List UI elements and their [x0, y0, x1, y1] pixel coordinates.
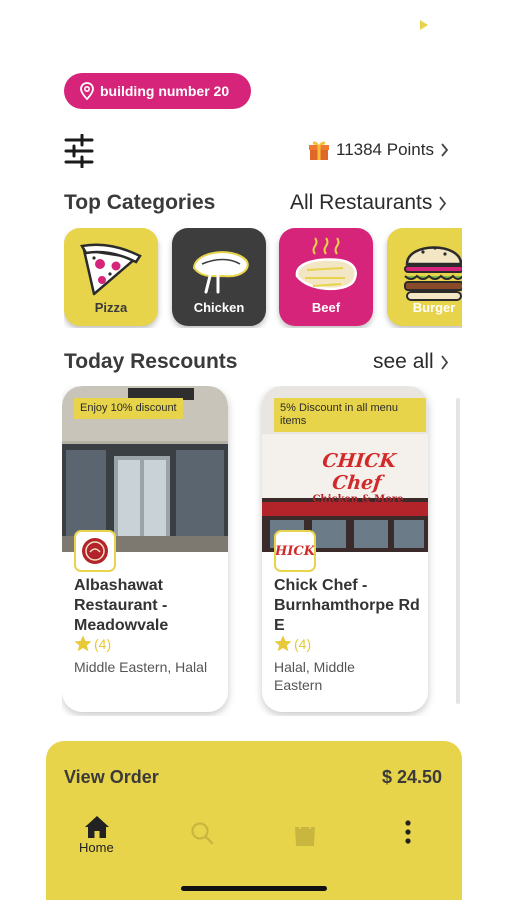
all-restaurants-link[interactable]: All Restaurants: [290, 191, 447, 215]
category-label: Chicken: [193, 300, 245, 315]
order-panel: View Order $ 24.50 Home: [46, 741, 462, 900]
category-pizza[interactable]: Pizza: [64, 228, 158, 326]
category-label: Pizza: [94, 300, 128, 315]
nav-orders[interactable]: [293, 819, 317, 852]
location-label: building number 20: [100, 83, 230, 99]
nav-home-label[interactable]: Home: [79, 840, 114, 855]
home-icon: [85, 816, 109, 838]
rescounts-carousel[interactable]: Enjoy 10% discount Albashawat Restaurant…: [62, 386, 462, 716]
restaurant-name: Chick Chef - Burnhamthorpe Rd E: [274, 577, 420, 634]
see-all-label: see all: [373, 350, 434, 373]
restaurant-tags: Middle Eastern, Halal: [74, 659, 208, 675]
burger-icon: [404, 246, 462, 301]
chevron-right-icon: [439, 195, 447, 211]
location-pin-icon: [80, 82, 94, 100]
restaurant-rating: (4): [74, 635, 111, 652]
rating-count: (4): [94, 635, 112, 652]
store-sign-title: CHICK Chef: [321, 450, 398, 494]
store-sign: CHICK Chef Chicken & More: [296, 450, 420, 505]
chevron-right-icon: [440, 354, 448, 370]
restaurant-logo: HICK: [274, 530, 316, 572]
all-restaurants-label: All Restaurants: [290, 191, 433, 214]
filter-sliders-icon[interactable]: [64, 134, 94, 168]
category-carousel[interactable]: Pizza Chicken Beef Burger: [64, 228, 462, 328]
category-chicken[interactable]: Chicken: [172, 228, 266, 326]
star-icon: [274, 635, 292, 652]
today-rescounts-title: Today Rescounts: [64, 350, 238, 373]
store-sign-subtitle: Chicken & More: [312, 494, 404, 505]
rewards-points-link[interactable]: 11384 Points: [308, 139, 449, 161]
order-total: $ 24.50: [381, 767, 442, 787]
restaurant-rating: (4): [274, 635, 311, 652]
chevron-right-icon: [441, 143, 449, 157]
restaurant-photo: Enjoy 10% discount: [62, 386, 228, 552]
status-indicator-icon: [420, 20, 428, 30]
beef-icon: [295, 237, 357, 291]
discount-badge: Enjoy 10% discount: [74, 398, 183, 419]
restaurant-logo: [74, 530, 116, 572]
restaurant-tags: Halal, Middle Eastern: [274, 659, 355, 693]
points-label: 11384 Points: [336, 140, 434, 159]
search-icon: [191, 822, 214, 845]
location-selector[interactable]: building number 20: [64, 73, 251, 109]
restaurant-photo: 5% Discount in all menu items CHICK Chef…: [262, 386, 428, 552]
top-categories-title: Top Categories: [64, 191, 216, 214]
category-label: Burger: [412, 300, 456, 315]
chicken-icon: [192, 251, 249, 294]
restaurant-logo-text: HICK: [275, 543, 316, 559]
rating-count: (4): [294, 635, 312, 652]
category-label: Beef: [311, 300, 341, 315]
nav-search[interactable]: [190, 821, 214, 850]
category-beef[interactable]: Beef: [279, 228, 373, 326]
see-all-link[interactable]: see all: [373, 350, 449, 374]
next-card-peek[interactable]: [456, 398, 460, 704]
home-indicator: [181, 886, 327, 891]
shopping-bag-icon: [295, 820, 315, 846]
nav-more[interactable]: [404, 819, 412, 850]
more-vertical-icon: [405, 820, 411, 844]
gift-icon: [309, 141, 329, 160]
view-order-button[interactable]: View Order: [64, 767, 159, 788]
star-icon: [74, 635, 92, 652]
pizza-icon: [80, 243, 142, 296]
restaurant-card[interactable]: Enjoy 10% discount Albashawat Restaurant…: [62, 386, 228, 712]
category-burger[interactable]: Burger: [387, 228, 462, 326]
restaurant-name: Albashawat Restaurant - Meadowvale: [74, 577, 169, 634]
discount-badge: 5% Discount in all menu items: [274, 398, 426, 432]
restaurant-card[interactable]: 5% Discount in all menu items CHICK Chef…: [262, 386, 428, 712]
